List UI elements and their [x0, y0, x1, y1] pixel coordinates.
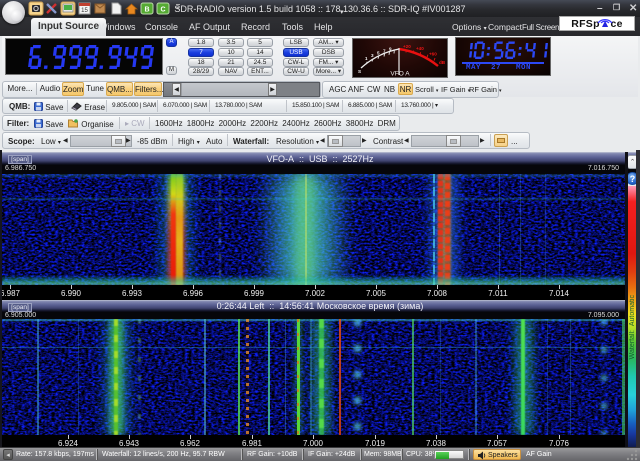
svg-text:5: 5	[377, 51, 380, 56]
svg-text:1: 1	[365, 56, 368, 61]
svg-text:VFO A: VFO A	[390, 71, 410, 78]
svg-text:+20: +20	[403, 44, 411, 49]
svg-text:S: S	[358, 69, 361, 74]
svg-text:dB: dB	[439, 60, 446, 65]
svg-text:3: 3	[371, 53, 374, 58]
svg-text:9: 9	[389, 47, 392, 52]
svg-text:+40: +40	[416, 46, 424, 51]
svg-text:+60: +60	[429, 52, 437, 57]
svg-text:7: 7	[383, 49, 386, 54]
